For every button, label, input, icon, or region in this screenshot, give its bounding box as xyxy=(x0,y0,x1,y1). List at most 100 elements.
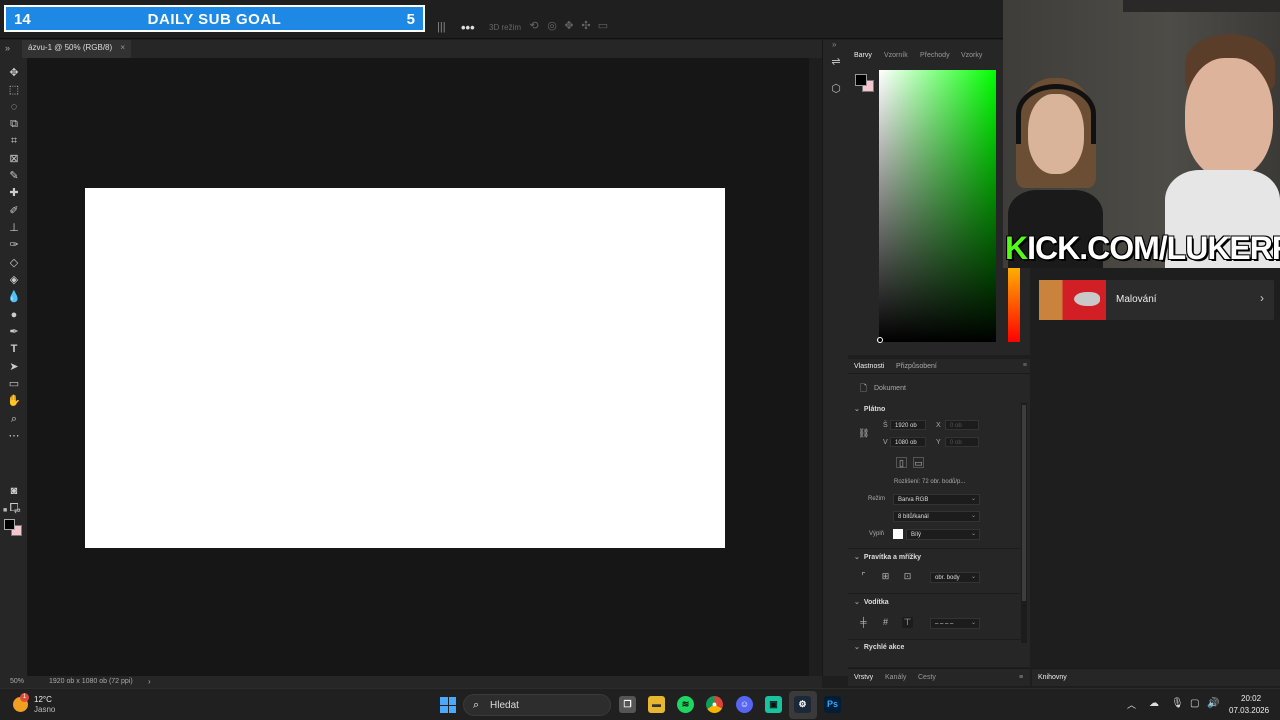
fill-select[interactable]: Bílý ⌄ xyxy=(906,529,980,540)
color-panel-foreground-swatch[interactable] xyxy=(855,74,867,86)
tab-knihovny[interactable]: Knihovny xyxy=(1038,674,1067,681)
collapse-panels-icon[interactable]: » xyxy=(832,40,836,49)
marquee-tool-icon[interactable]: ⬚ xyxy=(7,83,21,97)
frame-tool-icon[interactable]: ⊠ xyxy=(7,152,21,166)
photoshop-icon[interactable]: Ps xyxy=(824,696,841,713)
eraser-tool-icon[interactable]: ◇ xyxy=(7,256,21,270)
bit-depth-select[interactable]: 8 bitů/kanál ⌄ xyxy=(893,511,980,522)
orbit-3d-icon[interactable]: ⟲ xyxy=(528,20,540,32)
ruler-units-select[interactable]: obr. body ⌄ xyxy=(930,572,980,583)
document-tab[interactable]: ázvu-1 @ 50% (RGB/8) × xyxy=(22,40,132,58)
status-menu-arrow[interactable]: › xyxy=(148,677,151,686)
lasso-tool-icon[interactable]: ◌ xyxy=(7,100,21,114)
link-dimensions-icon[interactable]: ⛓ xyxy=(858,428,869,439)
width-input[interactable]: 1920 ob xyxy=(890,420,926,430)
y-input[interactable]: 0 ob xyxy=(945,437,979,447)
streaming-app-icon[interactable]: ▣ xyxy=(765,696,782,713)
screen-mode-icon[interactable]: ⧠ xyxy=(7,501,21,515)
slide-3d-icon[interactable]: ✣ xyxy=(580,20,592,32)
start-button[interactable] xyxy=(440,697,456,713)
dodge-tool-icon[interactable]: ● xyxy=(7,308,21,322)
height-input[interactable]: 1080 ob xyxy=(890,437,926,447)
tab-vzornik[interactable]: Vzorník xyxy=(884,52,908,59)
tab-vlastnosti[interactable]: Vlastnosti xyxy=(854,363,884,370)
document-canvas[interactable] xyxy=(85,188,725,548)
guide-layout-icon[interactable]: # xyxy=(880,617,891,628)
weather-temperature[interactable]: 12°C xyxy=(34,695,52,704)
tab-prechody[interactable]: Přechody xyxy=(920,52,950,59)
chrome-icon[interactable]: ● xyxy=(706,696,723,713)
layers-panel-menu-icon[interactable]: ≡ xyxy=(1019,674,1023,681)
3d-panel-icon[interactable]: ⬡ xyxy=(829,82,843,96)
blur-tool-icon[interactable]: 💧 xyxy=(7,290,21,304)
hand-tool-icon[interactable]: ✋ xyxy=(7,394,21,408)
color-mode-select[interactable]: Barva RGB ⌄ xyxy=(893,494,980,505)
stamp-tool-icon[interactable]: ⊥ xyxy=(7,221,21,235)
microphone-icon[interactable]: 🎙 xyxy=(1171,698,1184,709)
tab-barvy[interactable]: Barvy xyxy=(854,52,872,59)
object-select-tool-icon[interactable]: ⧉ xyxy=(7,117,21,131)
eyedropper-tool-icon[interactable]: ✎ xyxy=(7,169,21,183)
clock-time[interactable]: 20:02 xyxy=(1241,694,1261,703)
smart-guides-icon[interactable]: ⊤ xyxy=(902,617,913,628)
crop-tool-icon[interactable]: ⌗ xyxy=(7,134,21,148)
guides-section-header[interactable]: ⌄ Vodítka xyxy=(854,598,889,606)
pen-tool-icon[interactable]: ✒ xyxy=(7,325,21,339)
onedrive-icon[interactable]: ☁ xyxy=(1149,698,1159,709)
foreground-color-swatch[interactable] xyxy=(4,519,15,530)
guides-icon[interactable]: ╪ xyxy=(858,617,869,628)
rulers-icon[interactable]: ⌜ xyxy=(858,571,869,582)
discord-icon[interactable]: ☺ xyxy=(736,696,753,713)
file-explorer-icon[interactable]: ▬ xyxy=(648,696,665,713)
tab-cesty[interactable]: Cesty xyxy=(918,674,936,681)
steam-icon[interactable]: ⚙ xyxy=(794,696,811,713)
show-hidden-icons-chevron[interactable]: ︿ xyxy=(1127,698,1136,711)
color-picker-cursor[interactable] xyxy=(877,337,883,343)
tab-prizpusobeni[interactable]: Přizpůsobení xyxy=(896,363,937,370)
move-tool-icon[interactable]: ✥ xyxy=(7,66,21,80)
more-options-button[interactable]: ••• xyxy=(461,20,475,35)
quick-actions-section-header[interactable]: ⌄ Rychlé akce xyxy=(854,643,904,651)
quick-mask-icon[interactable]: ◙ xyxy=(7,484,21,498)
rulers-section-header[interactable]: ⌄ Pravítka a mřížky xyxy=(854,553,921,561)
taskbar-search[interactable]: ⌕ Hledat xyxy=(463,694,611,716)
saturation-value-picker[interactable] xyxy=(879,70,996,342)
path-select-icon[interactable]: ➤ xyxy=(7,360,21,374)
canvas-section-header[interactable]: ⌄ Plátno xyxy=(854,405,885,413)
panel-menu-icon[interactable]: ≡ xyxy=(1023,362,1027,369)
brush-tool-icon[interactable]: ✐ xyxy=(7,204,21,218)
fill-color-swatch[interactable] xyxy=(893,529,903,539)
grid-icon[interactable]: ⊞ xyxy=(880,571,891,582)
adjustments-panel-icon[interactable]: ⇌ xyxy=(829,55,843,69)
roll-3d-icon[interactable]: ◎ xyxy=(546,20,558,32)
zoom-tool-icon[interactable]: ⌕ xyxy=(7,412,21,426)
volume-icon[interactable]: 🔊 xyxy=(1207,698,1219,709)
zoom-level[interactable]: 50% xyxy=(10,678,24,685)
landscape-orientation-icon[interactable]: ▭ xyxy=(913,457,924,468)
history-brush-icon[interactable]: ✑ xyxy=(7,238,21,252)
library-item-malovani[interactable]: Malování › xyxy=(1039,280,1274,320)
type-tool-icon[interactable]: T xyxy=(7,342,21,356)
rectangle-tool-icon[interactable]: ▭ xyxy=(7,377,21,391)
tab-vzorky[interactable]: Vzorky xyxy=(961,52,982,59)
paint-bucket-icon[interactable]: ◈ xyxy=(7,273,21,287)
guides-style-select[interactable]: – – – – ⌄ xyxy=(930,618,980,629)
spotify-icon[interactable]: ≋ xyxy=(677,696,694,713)
task-view-icon[interactable]: ❐ xyxy=(619,696,636,713)
weather-description[interactable]: Jasno xyxy=(34,705,55,714)
drag-3d-icon[interactable]: ✥ xyxy=(563,20,575,32)
tab-vrstvy[interactable]: Vrstvy xyxy=(854,674,873,681)
close-tab-icon[interactable]: × xyxy=(120,43,125,52)
tab-kanaly[interactable]: Kanály xyxy=(885,674,906,681)
x-input[interactable]: 0 ob xyxy=(945,420,979,430)
canvas-workspace[interactable] xyxy=(28,58,809,676)
more-tools-icon[interactable]: ⋯ xyxy=(7,429,21,443)
properties-scrollbar-thumb[interactable] xyxy=(1022,405,1026,601)
collapse-toolbar-icon[interactable]: » xyxy=(5,43,10,53)
pixel-grid-icon[interactable]: ⊡ xyxy=(902,571,913,582)
clock-date[interactable]: 07.03.2026 xyxy=(1229,706,1269,715)
camera-3d-icon[interactable]: ▭ xyxy=(597,20,609,32)
healing-brush-icon[interactable]: ✚ xyxy=(7,186,21,200)
portrait-orientation-icon[interactable]: ▯ xyxy=(896,457,907,468)
align-distribute-icon[interactable]: ||| xyxy=(437,21,446,33)
